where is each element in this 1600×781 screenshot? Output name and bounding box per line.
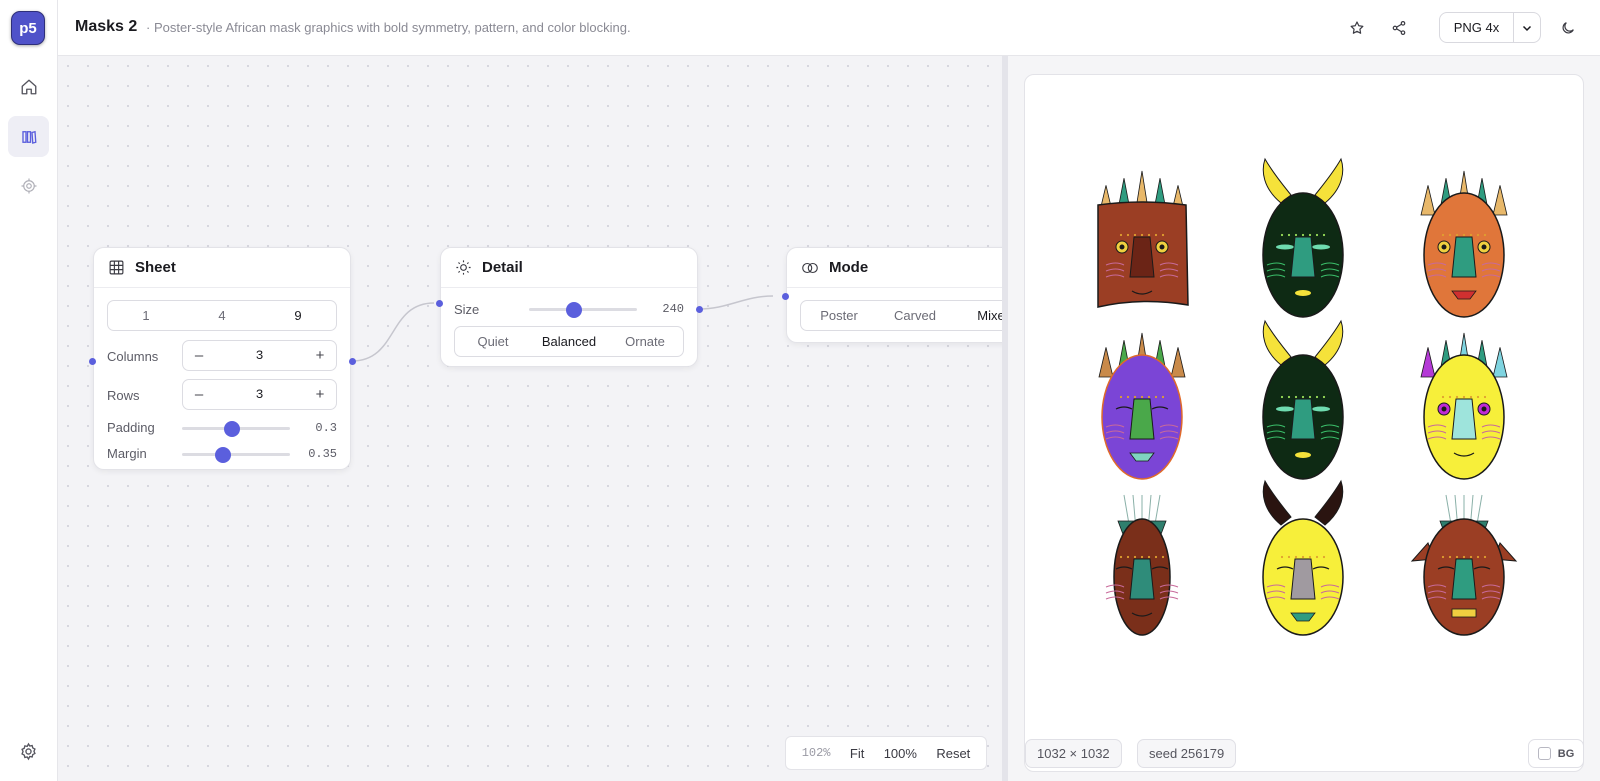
- zoom-level: 102%: [801, 746, 831, 760]
- target-icon: [21, 178, 36, 193]
- sheet-node-title: Sheet: [135, 259, 176, 276]
- bg-checkbox[interactable]: [1537, 747, 1551, 760]
- mask-1-3: [1420, 170, 1508, 318]
- home-icon: [21, 79, 36, 94]
- bg-label: BG: [1557, 747, 1575, 760]
- home-button[interactable]: [8, 66, 49, 107]
- rows-label: Rows: [107, 388, 140, 403]
- mask-2-3: [1420, 332, 1508, 480]
- mask-1-1: [1097, 170, 1189, 308]
- detail-input-port[interactable]: [436, 300, 443, 307]
- star-icon: [1350, 21, 1364, 34]
- mode-node[interactable]: Mode Poster Carved Mixe: [786, 247, 1002, 343]
- padding-value: 0.3: [315, 421, 337, 435]
- sun-icon: [456, 260, 471, 275]
- zoom-fit-button[interactable]: Fit: [850, 746, 864, 761]
- slider-track: [182, 453, 290, 456]
- size-slider[interactable]: [529, 302, 637, 318]
- zoom-toolbar: 102% Fit 100% Reset: [785, 736, 987, 770]
- rows-stepper[interactable]: – 3 +: [182, 379, 337, 410]
- size-value: 240: [662, 302, 684, 316]
- background-toggle[interactable]: BG: [1528, 739, 1584, 768]
- margin-slider[interactable]: [182, 447, 290, 463]
- share-icon: [1392, 21, 1406, 35]
- detail-node-header[interactable]: Detail: [441, 248, 697, 288]
- mode-node-title: Mode: [829, 259, 869, 276]
- mask-2-1: [1098, 332, 1186, 480]
- mask-3-1: [1105, 494, 1179, 636]
- mask-3-3: [1410, 494, 1518, 636]
- slider-thumb[interactable]: [215, 447, 232, 463]
- app-logo[interactable]: p5: [11, 11, 45, 45]
- sheet-output-port[interactable]: [349, 358, 356, 365]
- preset-1[interactable]: 1: [108, 301, 184, 330]
- left-rail: p5: [0, 0, 58, 781]
- export-format-label[interactable]: PNG 4x: [1440, 13, 1514, 42]
- mask-artwork: [1097, 157, 1518, 636]
- export-format-select[interactable]: PNG 4x: [1439, 12, 1541, 43]
- rows-increment[interactable]: +: [314, 386, 326, 403]
- grid-icon: [109, 260, 124, 275]
- slider-track: [529, 308, 637, 311]
- preview-sheet: [1024, 74, 1584, 772]
- canvas-dimensions-badge: 1032 × 1032: [1025, 739, 1122, 768]
- moon-icon: [1562, 22, 1574, 34]
- columns-value[interactable]: 3: [256, 348, 264, 363]
- slider-thumb[interactable]: [223, 421, 240, 437]
- level-balanced[interactable]: Balanced: [531, 327, 607, 356]
- preview-panel: 1032 × 1032 seed 256179: [1008, 56, 1600, 781]
- level-ornate[interactable]: Ornate: [607, 327, 683, 356]
- sheet-preset-selector[interactable]: 1 4 9: [107, 300, 337, 331]
- zoom-reset-button[interactable]: Reset: [936, 746, 970, 761]
- mask-1-2: [1262, 157, 1344, 318]
- detail-node[interactable]: Detail Size 240 Quiet Balanced Ornate: [440, 247, 698, 367]
- columns-stepper[interactable]: – 3 +: [182, 340, 337, 371]
- preset-4[interactable]: 4: [184, 301, 260, 330]
- zoom-100-button[interactable]: 100%: [884, 746, 917, 761]
- margin-label: Margin: [107, 446, 147, 461]
- blend-icon: [802, 262, 818, 273]
- top-header: Masks 2 · Poster-style African mask grap…: [58, 0, 1600, 56]
- share-button[interactable]: [1385, 14, 1413, 42]
- mask-2-2: [1262, 319, 1344, 480]
- mode-poster[interactable]: Poster: [801, 301, 877, 330]
- margin-value: 0.35: [308, 447, 337, 461]
- padding-slider[interactable]: [182, 421, 290, 437]
- mode-carved[interactable]: Carved: [877, 301, 953, 330]
- detail-level-selector[interactable]: Quiet Balanced Ornate: [454, 326, 684, 357]
- theme-toggle-button[interactable]: [1554, 14, 1582, 42]
- node-canvas[interactable]: Sheet 1 4 9 Columns – 3 + Rows – 3 + Pad…: [58, 56, 1002, 781]
- page-subtitle: · Poster-style African mask graphics wit…: [146, 20, 631, 35]
- slider-thumb[interactable]: [566, 302, 583, 318]
- level-quiet[interactable]: Quiet: [455, 327, 531, 356]
- preset-9[interactable]: 9: [260, 301, 336, 330]
- gear-icon: [21, 742, 36, 761]
- columns-decrement[interactable]: –: [193, 347, 205, 364]
- detail-node-title: Detail: [482, 259, 523, 276]
- chevron-down-icon: [1522, 25, 1532, 31]
- sheet-input-port[interactable]: [89, 358, 96, 365]
- rows-decrement[interactable]: –: [193, 386, 205, 403]
- sheet-node[interactable]: Sheet 1 4 9 Columns – 3 + Rows – 3 + Pad…: [93, 247, 351, 470]
- export-dropdown-button[interactable]: [1514, 13, 1540, 42]
- page-title: Masks 2: [75, 18, 138, 35]
- mode-mixed[interactable]: Mixe: [953, 301, 1002, 330]
- target-button[interactable]: [8, 165, 49, 206]
- padding-label: Padding: [107, 420, 155, 435]
- sheet-node-header[interactable]: Sheet: [94, 248, 350, 288]
- columns-label: Columns: [107, 349, 159, 364]
- library-button[interactable]: [8, 116, 49, 157]
- mode-selector[interactable]: Poster Carved Mixe: [800, 300, 1002, 331]
- favorite-button[interactable]: [1343, 14, 1371, 42]
- settings-button[interactable]: [8, 731, 49, 772]
- mode-node-header[interactable]: Mode: [787, 248, 1002, 288]
- mask-3-2: [1262, 479, 1344, 636]
- columns-increment[interactable]: +: [314, 347, 326, 364]
- mode-input-port[interactable]: [782, 293, 789, 300]
- rows-value[interactable]: 3: [256, 387, 264, 402]
- detail-output-port[interactable]: [696, 306, 703, 313]
- library-icon: [21, 130, 36, 144]
- seed-badge[interactable]: seed 256179: [1137, 739, 1237, 768]
- size-label: Size: [454, 302, 480, 317]
